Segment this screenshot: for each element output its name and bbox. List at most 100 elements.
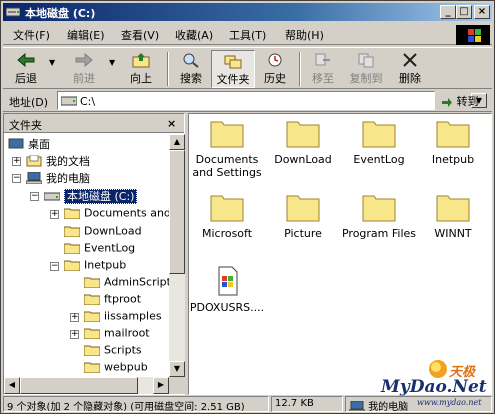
menu-tools[interactable]: 工具(T) [229, 27, 266, 43]
move-to-icon [315, 53, 330, 66]
title-bar[interactable]: 本地磁盘 (C:) _ □ × [3, 3, 492, 21]
folder-pane-close-icon[interactable]: × [167, 117, 176, 130]
file-list-pane: Documents and Settings DownLoad EventLog… [188, 113, 492, 395]
tree-item-my-documents[interactable]: 我的文档 [26, 153, 90, 171]
move-to-button[interactable]: 移至 [305, 50, 341, 88]
folder-tree-pane: 文件夹 × 桌面 + 我的文档 − 我的电脑 − 本地磁盘 (C:) + Doc… [3, 113, 185, 395]
drive-icon [61, 96, 77, 106]
file-item[interactable]: Inetpub [415, 118, 491, 166]
minimize-button[interactable]: _ [440, 5, 456, 19]
forward-dropdown-icon[interactable]: ▼ [109, 58, 115, 67]
tree-item-desktop[interactable]: 桌面 [8, 136, 50, 154]
back-dropdown-icon[interactable]: ▼ [49, 58, 55, 67]
tree-item-ftproot[interactable]: ftproot [84, 292, 141, 310]
menu-favorites[interactable]: 收藏(A) [175, 27, 213, 43]
up-button[interactable]: 向上 [121, 50, 161, 88]
folders-button[interactable]: 文件夹 [211, 50, 255, 88]
expand-icon[interactable]: + [70, 313, 79, 322]
menu-bar: 文件(F) 编辑(E) 查看(V) 收藏(A) 工具(T) 帮助(H) [3, 23, 492, 45]
folder-icon [436, 121, 470, 148]
collapse-icon[interactable]: − [12, 174, 21, 183]
file-item[interactable]: PDOXUSRS.... [189, 266, 265, 314]
folder-icon [84, 345, 100, 356]
folder-icon [210, 121, 244, 148]
folder-icon [64, 208, 80, 219]
status-object-count: 9 个对象(加 2 个隐藏对象) (可用磁盘空间: 2.51 GB) [3, 396, 269, 412]
scroll-up-icon[interactable]: ▲ [169, 134, 185, 150]
file-item[interactable]: DownLoad [265, 118, 341, 166]
open-folder-icon [64, 260, 80, 271]
folder-pane-title: 文件夹 [9, 119, 42, 132]
scroll-left-icon[interactable]: ◀ [4, 377, 20, 394]
file-item[interactable]: EventLog [341, 118, 417, 166]
expand-icon[interactable]: + [50, 210, 59, 219]
menu-edit[interactable]: 编辑(E) [67, 27, 105, 43]
folder-tree: 桌面 + 我的文档 − 我的电脑 − 本地磁盘 (C:) + Documents… [4, 134, 169, 377]
toolbar-separator [167, 52, 169, 86]
expand-icon[interactable]: + [70, 330, 79, 339]
windows-logo-icon [456, 25, 490, 45]
copy-to-button[interactable]: 复制到 [343, 50, 389, 88]
tree-item-my-computer[interactable]: 我的电脑 [26, 170, 90, 188]
address-label: 地址(D) [9, 96, 49, 109]
scroll-thumb[interactable] [20, 377, 138, 394]
tree-item-adminscripts[interactable]: AdminScripts [84, 275, 169, 293]
folder-icon [84, 277, 100, 288]
address-bar: 地址(D) C:\ ▼ 转到 [3, 90, 492, 112]
scroll-down-icon[interactable]: ▼ [169, 361, 185, 377]
drive-icon [44, 192, 60, 201]
tree-item-inetpub[interactable]: Inetpub [64, 258, 126, 276]
scroll-right-icon[interactable]: ▶ [153, 377, 169, 394]
folder-icon [436, 195, 470, 222]
folder-icon [362, 121, 396, 148]
expand-icon[interactable]: + [12, 157, 21, 166]
maximize-button[interactable]: □ [456, 5, 472, 19]
tree-item-mailroot[interactable]: mailroot [84, 326, 150, 344]
folder-icon [64, 243, 80, 254]
tree-item-scripts[interactable]: Scripts [84, 343, 142, 361]
search-button[interactable]: 搜索 [173, 50, 209, 88]
tree-item-documents-and-settings[interactable]: Documents and S [64, 206, 169, 224]
history-button[interactable]: 历史 [257, 50, 293, 88]
folder-icon [84, 362, 100, 373]
file-item[interactable]: Picture [265, 192, 341, 240]
back-button[interactable]: 后退 [7, 50, 45, 88]
file-item[interactable]: Documents and Settings [189, 118, 265, 179]
computer-icon [348, 400, 366, 411]
menu-view[interactable]: 查看(V) [121, 27, 159, 43]
tree-item-local-disk-c[interactable]: 本地磁盘 (C:) [44, 188, 138, 206]
file-icon [218, 266, 238, 296]
tree-item-download[interactable]: DownLoad [64, 224, 142, 242]
folder-icon [84, 328, 100, 339]
watermark-url: www.mydao.net [417, 398, 482, 407]
menu-help[interactable]: 帮助(H) [285, 27, 324, 43]
collapse-icon[interactable]: − [30, 192, 39, 201]
documents-folder-icon [26, 155, 42, 167]
tree-vertical-scrollbar[interactable]: ▲ ▼ [169, 134, 185, 377]
close-button[interactable]: × [474, 5, 490, 19]
tree-item-eventlog[interactable]: EventLog [64, 241, 135, 259]
file-item[interactable]: Program Files [341, 192, 417, 240]
tree-item-webpub[interactable]: webpub [84, 360, 148, 377]
collapse-icon[interactable]: − [50, 262, 59, 271]
menu-file[interactable]: 文件(F) [13, 27, 50, 43]
go-button[interactable]: 转到 [441, 93, 479, 109]
folder-icon [64, 226, 80, 237]
scroll-thumb[interactable] [169, 150, 185, 274]
watermark-site: MyDao.Net [381, 377, 487, 397]
address-input[interactable]: C:\ ▼ [57, 91, 487, 110]
tree-horizontal-scrollbar[interactable]: ◀ ▶ [4, 377, 169, 394]
toolbar: 后退 ▼ 前进 ▼ 向上 搜索 文件夹 历史 移至 复制到 删除 [3, 47, 492, 89]
folder-pane-header: 文件夹 × [4, 114, 184, 133]
file-item[interactable]: Microsoft [189, 192, 265, 240]
go-arrow-icon [442, 97, 452, 107]
tree-item-iissamples[interactable]: iissamples [84, 309, 162, 327]
folder-icon [210, 195, 244, 222]
drive-icon [6, 7, 20, 17]
forward-button[interactable]: 前进 [61, 50, 107, 88]
delete-x-icon [403, 53, 417, 67]
watermark-flame-icon [429, 360, 447, 378]
folder-icon [362, 195, 396, 222]
file-item[interactable]: WINNT [415, 192, 491, 240]
delete-button[interactable]: 删除 [393, 50, 427, 88]
